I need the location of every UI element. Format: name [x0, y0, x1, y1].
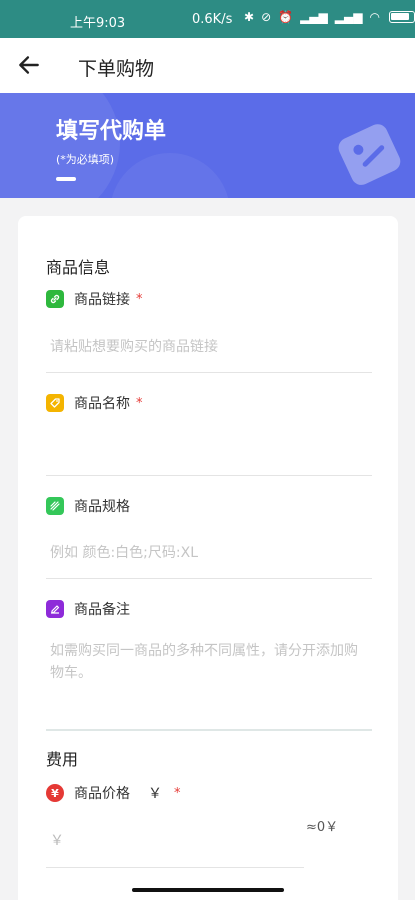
app-bar: 下单购物 — [0, 38, 415, 93]
bluetooth-icon: ✱ — [244, 10, 255, 24]
section-title-fee: 费用 — [46, 750, 79, 769]
back-arrow-icon[interactable] — [16, 52, 42, 78]
price-label-text: 商品价格 — [74, 786, 130, 802]
price-conversion: ≈0￥ — [306, 820, 339, 835]
product-spec-input[interactable]: 例如 颜色:白色;尺码:XL — [50, 542, 198, 564]
note-label-text: 商品备注 — [74, 602, 130, 618]
name-label-text: 商品名称 — [74, 396, 130, 412]
banner-decoration — [0, 93, 120, 198]
section-divider — [46, 729, 372, 731]
signal-icon: ▂▄▆ — [334, 10, 363, 24]
product-name-input[interactable] — [50, 440, 370, 462]
required-mark: * — [136, 291, 143, 307]
divider — [46, 867, 304, 868]
home-indicator — [132, 888, 284, 892]
field-label-note: 商品备注 — [46, 599, 130, 619]
divider — [46, 578, 372, 579]
spec-label-text: 商品规格 — [74, 499, 130, 515]
edit-icon — [46, 600, 64, 618]
price-input[interactable]: ￥ — [50, 830, 64, 852]
currency-unit: ￥ — [148, 786, 162, 802]
required-mark: * — [174, 785, 181, 801]
link-icon — [46, 290, 64, 308]
banner-indicator — [56, 177, 76, 181]
product-note-input[interactable]: 如需购买同一商品的多种不同属性，请分开添加购物车。 — [50, 640, 366, 684]
page-title: 下单购物 — [78, 58, 155, 80]
form-banner: 填写代购单 (*为必填项) — [0, 93, 415, 198]
tag-icon — [46, 394, 64, 412]
link-label-text: 商品链接 — [74, 292, 130, 308]
status-icons: ✱ ⊘ ⏰ ▂▄▆ ▂▄▆ ◠ — [244, 10, 415, 24]
status-bar: 上午9:03 0.6K/s ✱ ⊘ ⏰ ▂▄▆ ▂▄▆ ◠ — [0, 0, 415, 38]
signal-icon: ▂▄▆ — [300, 10, 328, 24]
wifi-icon: ◠ — [369, 10, 380, 24]
field-label-link: 商品链接 * — [46, 289, 143, 309]
yen-icon: ¥ — [46, 784, 64, 802]
network-speed: 0.6K/s — [192, 12, 233, 27]
required-mark: * — [136, 395, 143, 411]
alarm-icon: ⏰ — [278, 10, 294, 24]
divider — [46, 372, 372, 373]
field-label-name: 商品名称 * — [46, 393, 143, 413]
spec-icon — [46, 497, 64, 515]
price-tag-icon — [338, 124, 401, 185]
banner-subtitle: (*为必填项) — [56, 153, 115, 166]
product-link-input[interactable]: 请粘贴想要购买的商品链接 — [50, 336, 218, 358]
section-title-product: 商品信息 — [46, 258, 111, 277]
order-form-card: 商品信息 商品链接 * 请粘贴想要购买的商品链接 商品名称 * 商品规格 例如 … — [18, 216, 398, 900]
field-label-spec: 商品规格 — [46, 496, 130, 516]
banner-decoration — [110, 153, 230, 198]
divider — [46, 475, 372, 476]
banner-title: 填写代购单 — [56, 119, 167, 144]
field-label-price: ¥ 商品价格 ￥ * — [46, 783, 181, 803]
mute-icon: ⊘ — [261, 10, 272, 24]
status-time: 上午9:03 — [70, 16, 126, 31]
battery-icon — [388, 11, 415, 23]
